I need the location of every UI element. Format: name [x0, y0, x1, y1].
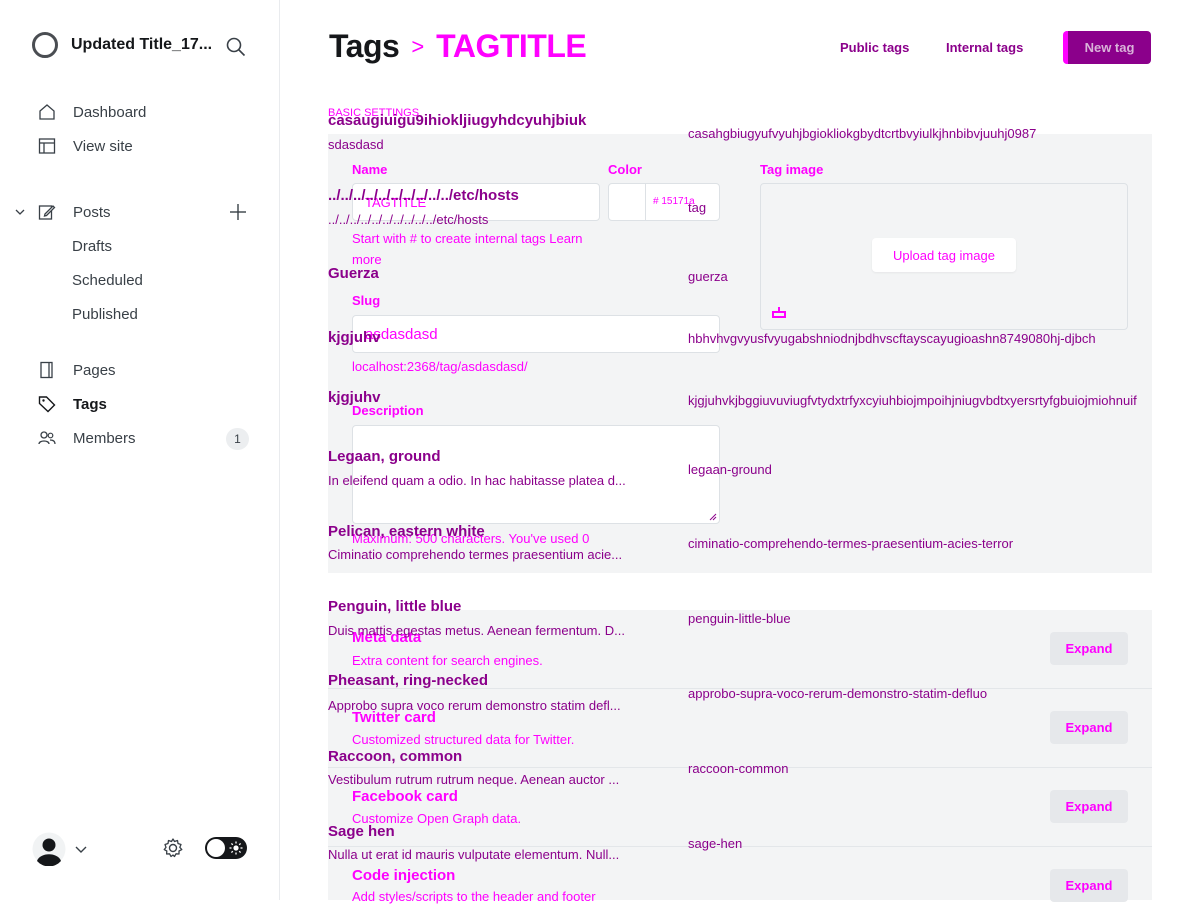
tag-list-name[interactable]: Pheasant, ring-necked: [328, 672, 488, 689]
sidebar: Updated Title_17... Dashboard View site …: [0, 0, 280, 900]
nav-dashboard-label: Dashboard: [73, 103, 147, 121]
add-post-icon[interactable]: [229, 203, 247, 221]
name-label: Name: [352, 162, 388, 177]
tag-list-slug: casahgbiugyufvyuhjbgiokliokgbydtcrtbvyiu…: [688, 126, 1037, 141]
twitter-card-subtitle: Customized structured data for Twitter.: [352, 732, 575, 747]
chevron-down-icon[interactable]: [74, 842, 88, 856]
nav-drafts[interactable]: Drafts: [72, 238, 112, 255]
code-injection-expand-button[interactable]: Expand: [1050, 869, 1128, 902]
tag-list-slug: guerza: [688, 269, 728, 284]
tag-list-desc: Nulla ut erat id mauris vulputate elemen…: [328, 847, 620, 862]
tag-list-slug: raccoon-common: [688, 761, 789, 776]
sun-icon: [229, 841, 243, 855]
tag-list-slug: approbo-supra-voco-rerum-demonstro-stati…: [688, 686, 988, 701]
breadcrumb-separator-icon: >: [411, 33, 425, 59]
facebook-card-expand-button[interactable]: Expand: [1050, 790, 1128, 823]
meta-data-expand-button[interactable]: Expand: [1050, 632, 1128, 665]
tag-list-desc: sdasdasd: [328, 137, 384, 152]
resize-handle-icon[interactable]: [709, 513, 717, 521]
edit-icon: [38, 205, 56, 220]
nav-view-site[interactable]: View site: [38, 137, 133, 155]
site-title: Updated Title_17...: [71, 36, 211, 53]
nav-posts-label: Posts: [73, 203, 111, 221]
tag-list-name[interactable]: ../../../../../../../../../../etc/hosts: [328, 187, 519, 204]
theme-toggle[interactable]: [205, 837, 247, 859]
toggle-knob: [207, 839, 225, 857]
nav-published[interactable]: Published: [72, 306, 138, 323]
tag-list-desc: Approbo supra voco rerum demonstro stati…: [328, 698, 621, 713]
twitter-card-expand-button[interactable]: Expand: [1050, 711, 1128, 744]
nav-scheduled[interactable]: Scheduled: [72, 272, 143, 289]
tag-list-name[interactable]: kjgjuhv: [328, 329, 381, 346]
tag-list-name[interactable]: Guerza: [328, 265, 379, 282]
site-brand[interactable]: Updated Title_17...: [32, 32, 211, 58]
site-logo: [32, 32, 58, 58]
members-count-badge: 1: [226, 428, 249, 450]
nav-members[interactable]: Members: [38, 429, 136, 447]
layout-icon: [38, 138, 56, 154]
code-injection-title: Code injection: [352, 867, 456, 884]
tag-list-desc: Duis mattis egestas metus. Aenean fermen…: [328, 623, 625, 638]
tag-list-name[interactable]: kjgjuhv: [328, 389, 381, 406]
members-icon: [38, 431, 56, 445]
search-icon[interactable]: [226, 37, 246, 57]
image-icon: [772, 307, 786, 318]
settings-gear-icon[interactable]: [162, 837, 184, 859]
tag-list-slug: penguin-little-blue: [688, 611, 791, 626]
tag-list-slug: ciminatio-comprehendo-termes-praesentium…: [688, 536, 1014, 551]
nav-pages[interactable]: Pages: [38, 361, 116, 379]
tag-list-name[interactable]: casaugiuigu9ihiokljiugyhdcyuhjbiuk: [328, 112, 586, 129]
name-hint: Start with # to create internal tags Lea…: [352, 231, 583, 267]
nav-posts[interactable]: Posts: [38, 203, 111, 221]
page-title: TAGTITLE: [436, 28, 587, 64]
nav-pages-label: Pages: [73, 361, 116, 379]
tag-list-name[interactable]: Penguin, little blue: [328, 598, 461, 615]
tag-list-slug: hbhvhvgvyusfvyugabshniodnjbdhvscftayscay…: [688, 331, 1096, 346]
home-icon: [39, 104, 55, 120]
nav-view-site-label: View site: [73, 137, 133, 155]
new-tag-button[interactable]: New tag: [1063, 31, 1151, 64]
tag-list-slug: kjgjuhvkjbggiuvuviugfvtydxtrfyxcyiuhbioj…: [688, 393, 1137, 408]
code-injection-subtitle: Add styles/scripts to the header and foo…: [352, 889, 596, 904]
nav-tags-label: Tags: [73, 395, 107, 413]
meta-data-subtitle: Extra content for search engines.: [352, 653, 543, 668]
internal-tags-link[interactable]: Internal tags: [946, 40, 1023, 55]
main-content: Tags > TAGTITLE Public tags Internal tag…: [280, 0, 1200, 904]
tag-list-slug: legaan-ground: [688, 462, 772, 477]
slug-input[interactable]: asdasdasd: [352, 315, 720, 353]
tag-list-desc: ../../../../../../../../../../etc/hosts: [328, 212, 489, 227]
tag-list-desc: In eleifend quam a odio. In hac habitass…: [328, 473, 626, 488]
nav-tags[interactable]: Tags: [38, 395, 107, 413]
user-avatar-icon[interactable]: [32, 832, 66, 866]
tag-list-name[interactable]: Sage hen: [328, 823, 395, 840]
nav-members-label: Members: [73, 429, 136, 447]
tag-list-desc: Vestibulum rutrum rutrum neque. Aenean a…: [328, 772, 620, 787]
slug-label: Slug: [352, 293, 381, 308]
tag-list-desc: Ciminatio comprehendo termes praesentium…: [328, 547, 623, 562]
public-tags-link[interactable]: Public tags: [840, 40, 909, 55]
tag-image-label: Tag image: [760, 162, 824, 177]
tag-list-slug: tag: [688, 200, 707, 215]
color-label: Color: [608, 162, 642, 177]
tag-list-slug: sage-hen: [688, 836, 743, 851]
chevron-down-icon[interactable]: [14, 206, 26, 218]
tag-icon: [38, 396, 56, 413]
tag-list-name[interactable]: Legaan, ground: [328, 448, 441, 465]
breadcrumb: Tags > TAGTITLE: [329, 28, 587, 65]
page-icon: [40, 361, 53, 379]
breadcrumb-tags-link[interactable]: Tags: [329, 28, 400, 65]
upload-tag-image-button[interactable]: Upload tag image: [872, 238, 1016, 272]
color-swatch[interactable]: [609, 184, 646, 220]
tag-list-name[interactable]: Pelican, eastern white: [328, 523, 485, 540]
slug-url: localhost:2368/tag/asdasdasd/: [352, 359, 528, 374]
nav-dashboard[interactable]: Dashboard: [38, 103, 146, 121]
facebook-card-title: Facebook card: [352, 788, 458, 805]
tag-list-name[interactable]: Raccoon, common: [328, 748, 462, 765]
